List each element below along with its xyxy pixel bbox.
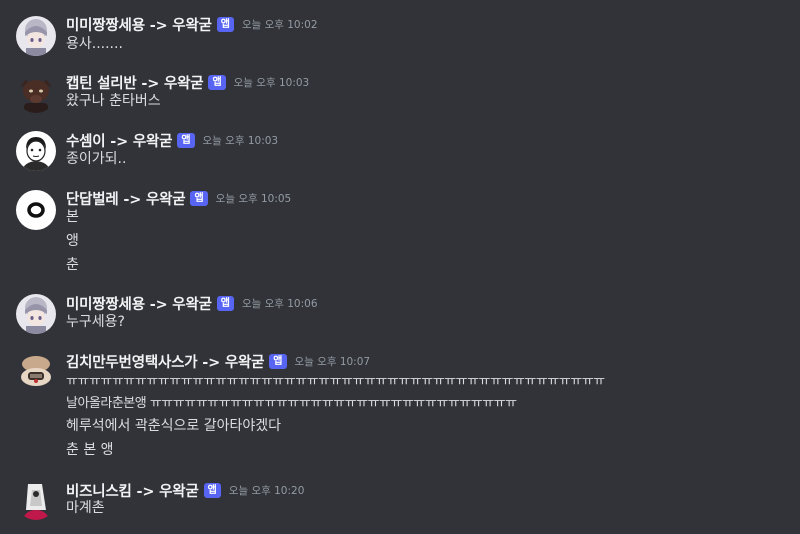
message-header: 김치만두번영택사스가 -> 우왁굳 앱 오늘 오후 10:07 <box>66 351 370 371</box>
timestamp[interactable]: 오늘 오후 10:03 <box>203 133 279 148</box>
message-content: 누구세용? <box>66 314 125 330</box>
message-content: 왔구나 춘타버스 <box>66 93 161 109</box>
timestamp[interactable]: 오늘 오후 10:05 <box>216 191 292 206</box>
message-header: 미미짱짱세용 -> 우왁굳 앱 오늘 오후 10:02 <box>66 14 318 34</box>
message-content: 춘 <box>66 257 79 273</box>
timestamp[interactable]: 오늘 오후 10:20 <box>229 483 305 498</box>
author-name[interactable]: 김치만두번영택사스가 -> 우왁굳 <box>66 351 264 372</box>
user-avatar[interactable] <box>16 131 56 171</box>
message-content: 헤루석에서 곽춘식으로 갈아타야겠다 <box>66 418 281 434</box>
user-avatar[interactable] <box>16 190 56 230</box>
message-header: 수셈이 -> 우왁굳 앱 오늘 오후 10:03 <box>66 130 278 150</box>
message-content: 앵 <box>66 233 79 249</box>
timestamp[interactable]: 오늘 오후 10:07 <box>295 354 371 369</box>
message-content: 날아올라춘본앵 ㅠㅠㅠㅠㅠㅠㅠㅠㅠㅠㅠㅠㅠㅠㅠㅠㅠㅠㅠㅠㅠㅠㅠㅠㅠㅠㅠㅠㅠㅠㅠㅠ <box>66 396 517 411</box>
user-avatar[interactable] <box>16 16 56 56</box>
user-avatar[interactable] <box>16 350 56 390</box>
user-avatar[interactable] <box>16 480 56 520</box>
message-header: 단답벌레 -> 우왁굳 앱 오늘 오후 10:05 <box>66 188 291 208</box>
app-badge: 앱 <box>190 190 208 206</box>
message-header: 캡틴 설리반 -> 우왁굳 앱 오늘 오후 10:03 <box>66 72 309 92</box>
user-avatar[interactable] <box>16 294 56 334</box>
app-badge: 앱 <box>203 482 221 498</box>
message-content: 춘 본 앵 <box>66 442 114 458</box>
message-content: 본 <box>66 209 79 225</box>
message-content: 용사....... <box>66 36 123 52</box>
user-avatar[interactable] <box>16 73 56 113</box>
app-badge: 앱 <box>177 132 195 148</box>
app-badge: 앱 <box>269 353 287 369</box>
app-badge: 앱 <box>216 295 234 311</box>
message-header: 미미짱짱세용 -> 우왁굳 앱 오늘 오후 10:06 <box>66 293 318 313</box>
message-content: ㅠㅠㅠㅠㅠㅠㅠㅠㅠㅠㅠㅠㅠㅠㅠㅠㅠㅠㅠㅠㅠㅠㅠㅠㅠㅠㅠㅠㅠㅠㅠㅠㅠㅠㅠㅠㅠㅠㅠㅠ… <box>66 374 605 389</box>
author-name[interactable]: 단답벌레 -> 우왁굳 <box>66 188 186 209</box>
app-badge: 앱 <box>208 74 226 90</box>
author-name[interactable]: 미미짱짱세용 -> 우왁굳 <box>66 14 212 35</box>
timestamp[interactable]: 오늘 오후 10:06 <box>242 296 318 311</box>
app-badge: 앱 <box>216 16 234 32</box>
message-content: 종이가되.. <box>66 151 127 167</box>
message-content: 마계촌 <box>66 500 105 516</box>
timestamp[interactable]: 오늘 오후 10:03 <box>234 75 310 90</box>
timestamp[interactable]: 오늘 오후 10:02 <box>242 17 318 32</box>
